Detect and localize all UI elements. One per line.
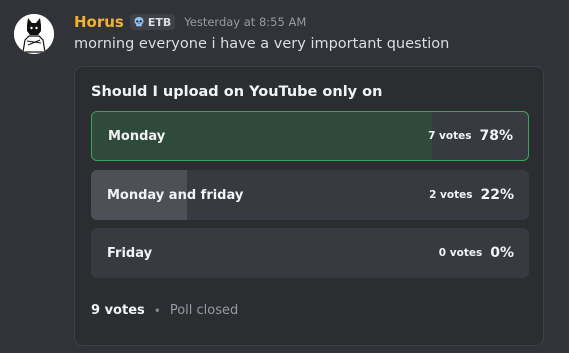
poll-answer-percent: 22% xyxy=(480,187,514,203)
message-header: Horus ETB Yesterday at 8:55 AM xyxy=(74,11,306,33)
server-tag-label: ETB xyxy=(147,15,172,29)
poll-answer-stats: 7 votes 78% xyxy=(428,112,513,160)
poll-question: Should I upload on YouTube only on xyxy=(91,84,383,100)
poll-answer-stats: 2 votes 22% xyxy=(429,170,514,220)
user-avatar[interactable] xyxy=(14,14,54,54)
poll-card: Should I upload on YouTube only on Monda… xyxy=(74,66,544,346)
server-tag[interactable]: ETB xyxy=(129,14,176,30)
poll-answer-monday[interactable]: Monday 7 votes 78% xyxy=(91,111,529,161)
poll-total-votes[interactable]: 9 votes xyxy=(91,303,145,318)
poll-answer-label: Monday and friday xyxy=(107,187,244,203)
poll-answer-votes: 0 votes xyxy=(438,247,483,259)
poll-answer-votes: 7 votes xyxy=(428,130,472,142)
poll-answer-percent: 78% xyxy=(479,128,513,144)
separator-dot: • xyxy=(153,303,161,318)
username[interactable]: Horus xyxy=(74,13,124,31)
poll-footer: 9 votes • Poll closed xyxy=(91,303,238,318)
skull-icon xyxy=(134,17,144,27)
poll-answer-friday[interactable]: Friday 0 votes 0% xyxy=(91,228,529,278)
poll-answer-label: Friday xyxy=(107,245,153,261)
chat-message: Horus ETB Yesterday at 8:55 AM morning e… xyxy=(0,0,569,353)
poll-answer-label: Monday xyxy=(108,128,166,144)
poll-answer-percent: 0% xyxy=(490,245,514,261)
poll-answer-monday-and-friday[interactable]: Monday and friday 2 votes 22% xyxy=(91,170,529,220)
poll-answer-votes: 2 votes xyxy=(429,189,473,201)
poll-status: Poll closed xyxy=(169,303,239,318)
avatar-cat-icon xyxy=(14,14,54,54)
message-text: morning everyone i have a very important… xyxy=(74,36,450,52)
poll-answer-stats: 0 votes 0% xyxy=(439,228,514,278)
message-timestamp: Yesterday at 8:55 AM xyxy=(184,15,307,29)
